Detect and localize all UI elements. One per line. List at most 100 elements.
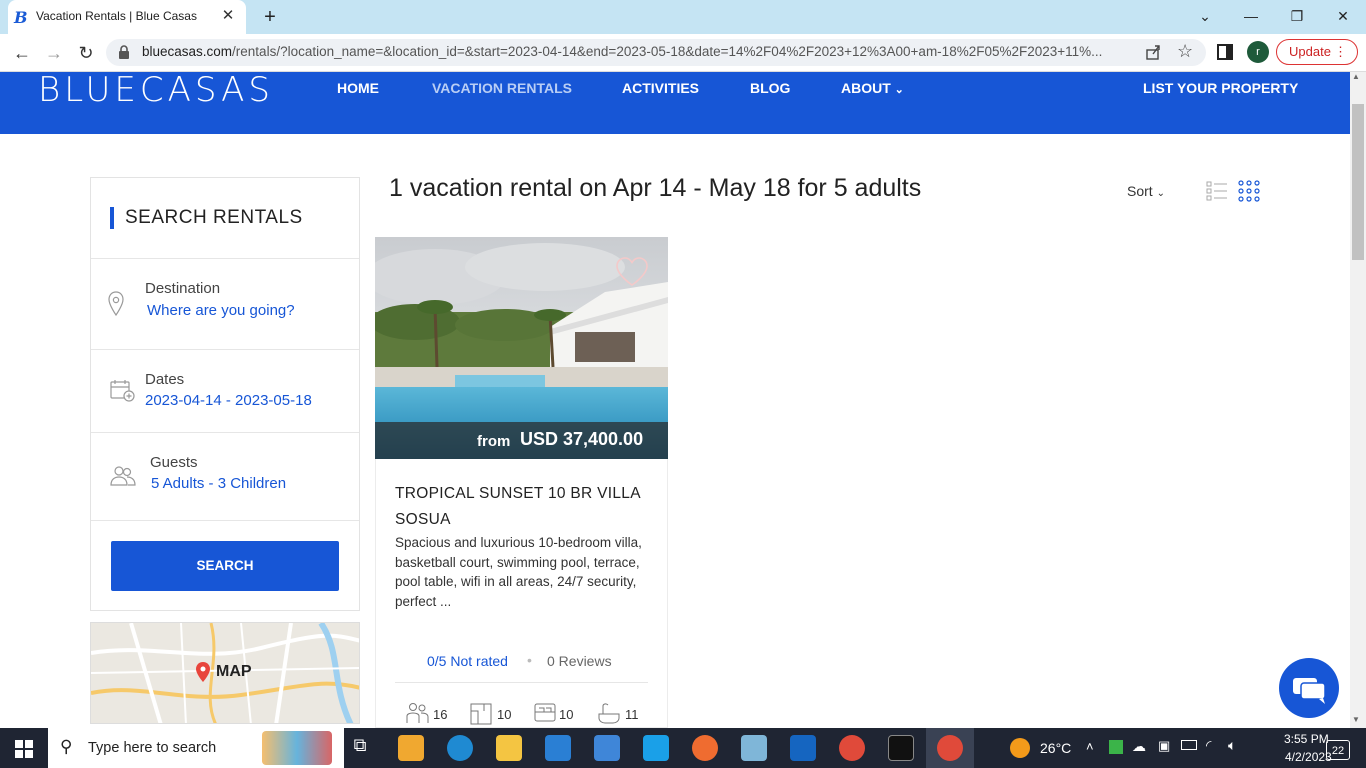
chrome-icon[interactable] [839,735,865,761]
clock-date[interactable]: 4/2/2023 [1285,750,1332,764]
destination-label: Destination [145,280,221,297]
app-icon[interactable] [692,735,718,761]
grid-view-icon[interactable] [1238,180,1260,202]
map-pin-icon [108,291,124,317]
nav-home[interactable]: HOME [337,80,379,96]
tab-close-icon[interactable]: ✕ [218,6,238,26]
restore-button[interactable]: ❐ [1274,4,1320,28]
tray-chevron-icon[interactable]: ˄ [1086,739,1094,754]
onedrive-icon[interactable]: ☁ [1132,738,1146,755]
chat-button[interactable] [1279,658,1339,718]
price-prefix: from [477,433,511,450]
site-logo[interactable]: BLUECASAS [38,70,274,110]
notes-icon[interactable] [741,735,767,761]
tray-app-icon[interactable] [1109,740,1123,754]
new-tab-button[interactable]: + [258,5,282,29]
tab-search-chevron-icon[interactable]: ⌄ [1182,4,1228,28]
bath-icon [598,703,620,724]
listing-description: Spacious and luxurious 10-bedroom villa,… [395,535,642,609]
listing-rating: 0/5 Not rated [427,653,508,669]
url-text[interactable]: bluecasas.com/rentals/?location_name=&lo… [142,44,1136,59]
back-button[interactable]: ← [8,40,36,66]
map-marker-icon [196,662,210,682]
area-count: 10 [497,707,512,722]
map-label[interactable]: MAP [216,663,252,681]
nav-activities[interactable]: ACTIVITIES [622,80,699,96]
reload-button[interactable]: ↻ [72,40,100,66]
chevron-down-icon: ⌄ [894,84,904,96]
title-accent-bar [110,207,114,229]
skype-icon[interactable] [643,735,669,761]
volume-icon[interactable]: 🔈︎ [1228,737,1236,754]
notifications-badge[interactable]: 22 [1326,740,1350,760]
bookmark-star-icon[interactable]: ☆ [1177,41,1193,62]
wifi-icon[interactable]: ◜ [1206,737,1211,754]
profile-avatar[interactable]: r [1247,41,1269,63]
task-view-icon[interactable]: ⧉ [347,735,373,761]
guests-input[interactable]: 5 Adults - 3 Children [151,475,286,492]
beds-count: 10 [559,707,574,722]
taskbar-search-placeholder[interactable]: Type here to search [88,740,216,756]
dates-label: Dates [145,371,185,388]
tab-favicon-icon: B [14,8,28,27]
file-explorer-icon[interactable] [496,735,522,761]
scroll-up-icon[interactable]: ▲ [1352,72,1360,81]
side-panel-icon[interactable] [1217,44,1233,60]
nav-about[interactable]: ABOUT ⌄ [841,80,904,96]
baths-count: 11 [625,707,639,722]
weather-temp[interactable]: 26°C [1040,740,1071,756]
guests-label: Guests [150,454,198,471]
divider [91,432,359,433]
meet-icon[interactable]: ▣ [1158,738,1170,754]
search-title: SEARCH RENTALS [125,207,303,228]
outlook-icon[interactable] [790,735,816,761]
battery-icon[interactable] [1181,740,1197,750]
results-heading: 1 vacation rental on Apr 14 - May 18 for… [389,174,922,202]
listing-reviews[interactable]: 0 Reviews [547,653,612,669]
forward-button[interactable]: → [40,40,68,66]
listing-price: USD 37,400.00 [520,429,644,449]
divider [91,520,359,521]
weather-sun-icon [1010,738,1030,758]
divider [91,349,359,350]
tab-title: Vacation Rentals | Blue Casas [36,9,197,23]
minimize-button[interactable]: — [1228,4,1274,28]
window-close-button[interactable]: ✕ [1320,4,1366,28]
guests-capacity-icon [406,703,429,723]
separator-dot: • [527,652,532,668]
area-icon [470,703,492,725]
favorite-heart-icon[interactable] [615,257,649,287]
guests-icon [110,466,136,486]
search-icon: ⚲ [60,737,73,756]
guests-count: 16 [433,707,448,722]
store-icon[interactable] [398,735,424,761]
divider [395,682,648,683]
nav-blog[interactable]: BLOG [750,80,790,96]
lock-icon[interactable] [118,45,130,59]
search-highlight-image [262,731,332,765]
destination-input[interactable]: Where are you going? [147,302,295,319]
search-button[interactable]: SEARCH [111,541,339,591]
terminal-icon[interactable] [888,735,914,761]
dates-input[interactable]: 2023-04-14 - 2023-05-18 [145,392,312,409]
list-view-icon[interactable] [1206,180,1228,202]
scrollbar-thumb[interactable] [1352,104,1364,260]
chrome-active-icon[interactable] [937,735,963,761]
nav-list-property[interactable]: LIST YOUR PROPERTY [1143,80,1298,96]
share-icon[interactable] [1144,43,1162,61]
update-button[interactable]: Update ⋮ [1276,39,1358,65]
nav-vacation-rentals[interactable]: VACATION RENTALS [432,80,572,96]
clock-time[interactable]: 3:55 PM [1284,732,1329,746]
scroll-down-icon[interactable]: ▼ [1352,715,1360,724]
vscode-icon[interactable] [545,735,571,761]
bed-icon [534,703,556,722]
chevron-down-icon: ⌄ [1156,188,1165,199]
calendar-icon [110,380,135,402]
windows-start-icon[interactable] [15,740,33,758]
listing-title[interactable]: TROPICAL SUNSET 10 BR VILLA SOSUA [395,481,655,533]
chat-icon [1293,678,1326,704]
mail-icon[interactable] [594,735,620,761]
divider [91,258,359,259]
edge-icon[interactable] [447,735,473,761]
sort-dropdown[interactable]: Sort ⌄ [1127,183,1165,199]
